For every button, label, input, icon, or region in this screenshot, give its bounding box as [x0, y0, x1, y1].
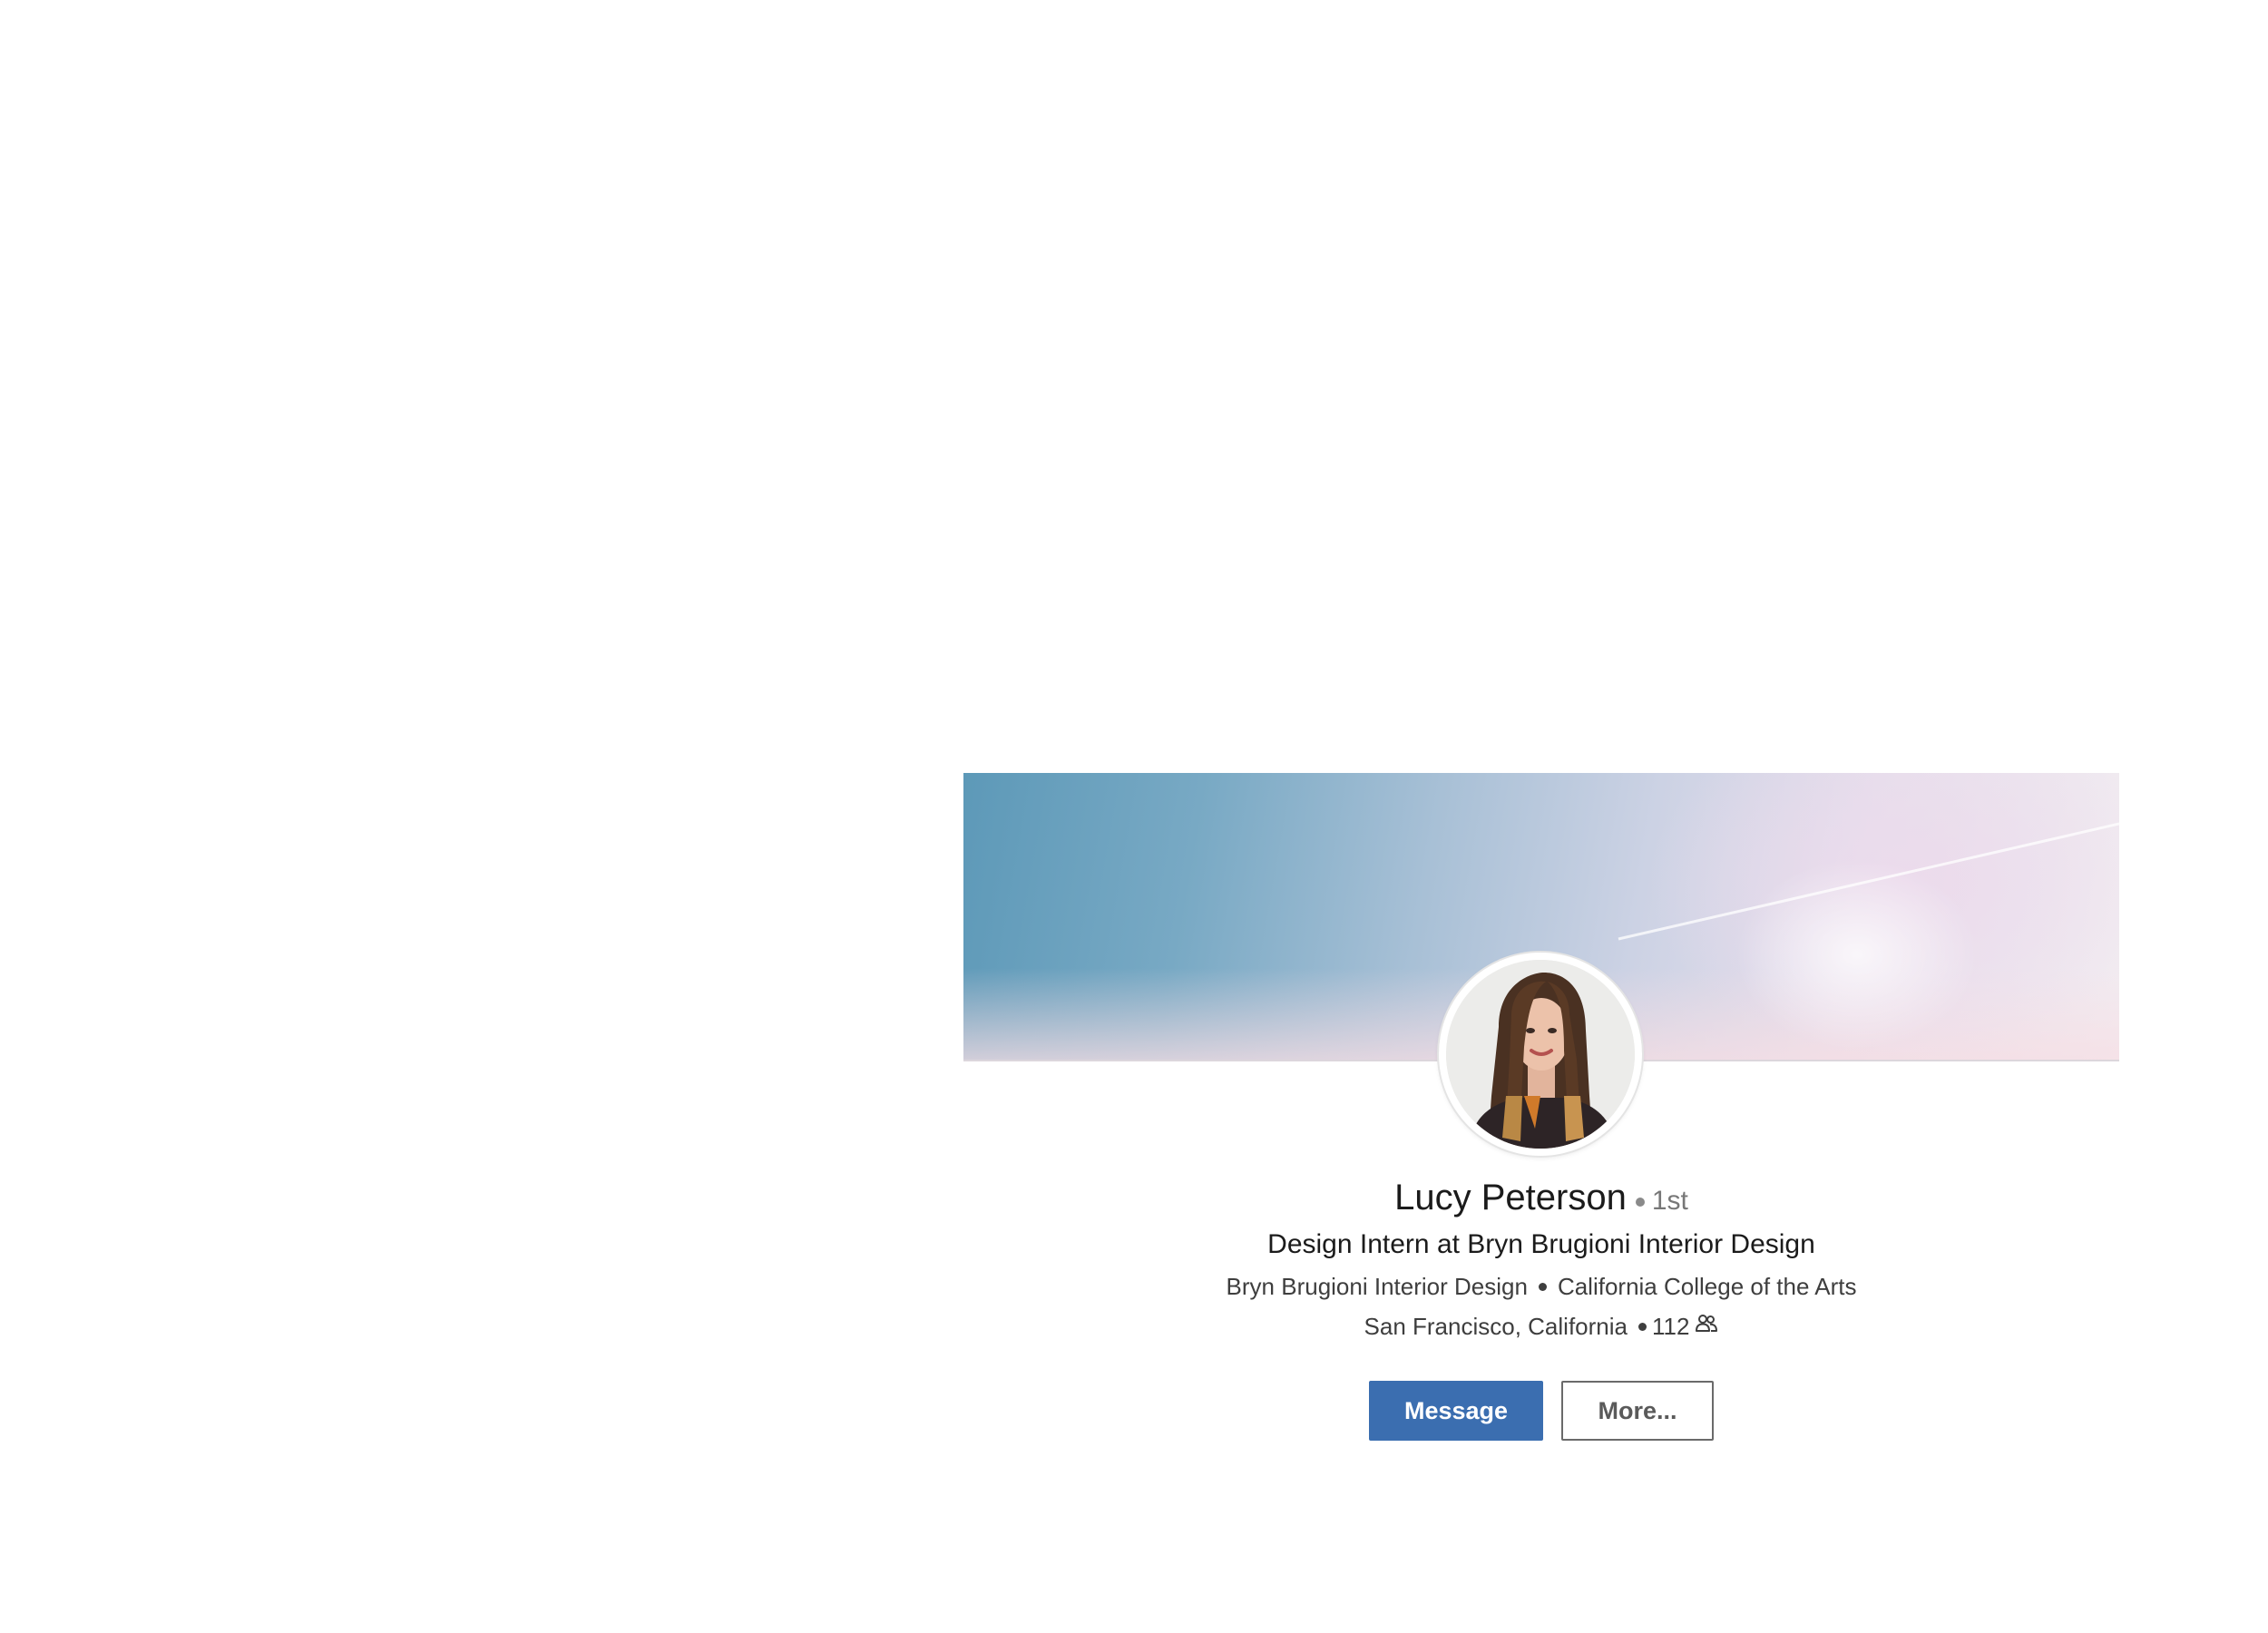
company-link[interactable]: Bryn Brugioni Interior Design — [1227, 1273, 1528, 1300]
organizations-row: Bryn Brugioni Interior Design California … — [963, 1268, 2119, 1305]
degree-separator-dot — [1635, 1197, 1645, 1207]
profile-card: Lucy Peterson 1st Design Intern at Bryn B… — [963, 773, 2119, 1462]
profile-actions: Message More... — [963, 1381, 2119, 1442]
profile-name[interactable]: Lucy Peterson — [1394, 1178, 1627, 1217]
more-button[interactable]: More... — [1561, 1381, 1714, 1442]
message-button[interactable]: Message — [1369, 1381, 1543, 1442]
profile-info: Lucy Peterson 1st Design Intern at Bryn B… — [963, 1172, 2119, 1442]
name-row: Lucy Peterson 1st — [963, 1172, 2119, 1223]
location-row: San Francisco, California 112 — [963, 1308, 2119, 1346]
profile-photo[interactable] — [1446, 960, 1635, 1149]
people-icon[interactable] — [1695, 1307, 1718, 1344]
location-text: San Francisco, California — [1364, 1313, 1628, 1340]
school-link[interactable]: California College of the Arts — [1558, 1273, 1857, 1300]
avatar-portrait-icon — [1446, 960, 1635, 1149]
profile-photo-frame[interactable] — [1439, 953, 1642, 1156]
connection-degree-badge: 1st — [1651, 1186, 1688, 1216]
separator-dot — [1538, 1282, 1547, 1291]
connections-count[interactable]: 112 — [1652, 1313, 1689, 1340]
profile-headline: Design Intern at Bryn Brugioni Interior … — [1267, 1229, 1815, 1259]
separator-dot — [1638, 1322, 1647, 1331]
